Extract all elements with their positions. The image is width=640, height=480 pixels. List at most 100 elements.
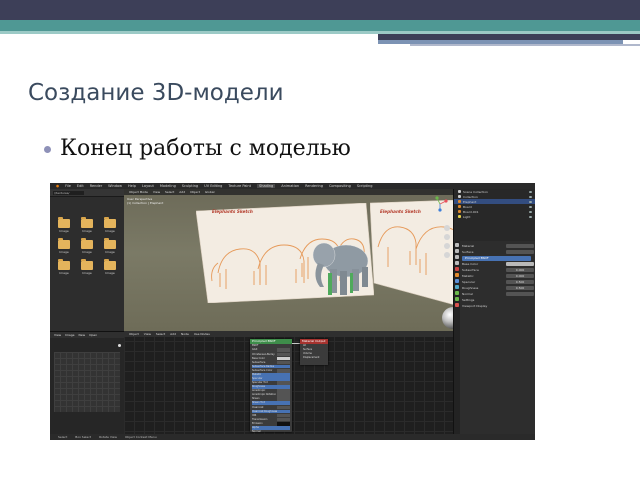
scene-tab-icon[interactable] (455, 261, 459, 265)
collection-icon (458, 195, 461, 198)
folder-item[interactable]: Image (77, 217, 97, 233)
camera-icon[interactable] (444, 243, 450, 249)
tool-tab-icon[interactable] (455, 243, 459, 247)
sketch-board-right: Elephants Sketch (370, 199, 453, 315)
material-tab-icon[interactable] (455, 303, 459, 307)
property-label: Subsurface (462, 268, 479, 272)
visibility-eye-icon[interactable] (529, 200, 532, 203)
constraint-tab-icon[interactable] (455, 291, 459, 295)
folder-item[interactable]: Image (54, 259, 74, 275)
perspective-icon[interactable] (444, 252, 450, 258)
folder-icon (58, 238, 70, 249)
world-tab-icon[interactable] (455, 267, 459, 271)
property-label: Metallic (462, 274, 474, 278)
principled-bsdf-node[interactable]: Principled BSDF BSDF GGX Christensen-Bur… (250, 339, 292, 433)
property-field[interactable] (506, 250, 534, 254)
folder-icon (81, 238, 93, 249)
viewport-menu-select[interactable]: Select (165, 190, 174, 194)
folder-item[interactable]: Image (100, 238, 120, 254)
pan-icon[interactable] (444, 234, 450, 240)
menu-render[interactable]: Render (90, 184, 102, 188)
tab-rendering[interactable]: Rendering (305, 184, 323, 188)
shader-dropdown[interactable]: Principled BSDF (462, 255, 531, 261)
property-field[interactable] (506, 244, 534, 248)
3d-viewport[interactable]: Object Mode View Select Add Object Globa… (124, 189, 453, 331)
menu-help[interactable]: Help (128, 184, 136, 188)
node-menu-select[interactable]: Select (156, 332, 165, 336)
node-value-field[interactable] (277, 397, 290, 402)
tab-uv-editing[interactable]: UV Editing (204, 184, 222, 188)
elephant-model[interactable] (312, 233, 374, 299)
tab-compositing[interactable]: Compositing (329, 184, 351, 188)
property-field[interactable]: 0.000 (506, 274, 534, 278)
folder-item[interactable]: Image (77, 238, 97, 254)
node-menu-object[interactable]: Object (129, 332, 139, 336)
folder-icon (104, 238, 116, 249)
data-tab-icon[interactable] (455, 297, 459, 301)
image-menu-image[interactable]: Image (65, 333, 74, 337)
node-value-field[interactable] (277, 368, 290, 373)
node-value-field[interactable] (277, 405, 290, 410)
menu-file[interactable]: File (65, 184, 71, 188)
node-value-field[interactable] (277, 360, 290, 365)
property-field[interactable] (506, 292, 534, 296)
tab-modeling[interactable]: Modeling (160, 184, 176, 188)
folder-item[interactable]: Image (54, 217, 74, 233)
tab-animation[interactable]: Animation (281, 184, 299, 188)
menu-window[interactable]: Window (108, 184, 122, 188)
header-band-dark (0, 0, 640, 20)
node-menu-node[interactable]: Node (181, 332, 189, 336)
color-swatch[interactable] (506, 262, 534, 266)
visibility-eye-icon[interactable] (529, 195, 532, 198)
folder-item[interactable]: Image (100, 217, 120, 233)
menu-edit[interactable]: Edit (77, 184, 84, 188)
material-output-node[interactable]: Material Output All Surface Volume Displ… (300, 339, 328, 365)
viewport-menu-view[interactable]: View (153, 190, 160, 194)
object-tab-icon[interactable] (455, 273, 459, 277)
tab-scripting[interactable]: Scripting (357, 184, 373, 188)
folder-item[interactable]: Image (54, 238, 74, 254)
tab-texture-paint[interactable]: Texture Paint (228, 184, 251, 188)
visibility-eye-icon[interactable] (529, 205, 532, 208)
image-canvas[interactable] (54, 352, 120, 412)
visibility-eye-icon[interactable] (529, 210, 532, 213)
property-field[interactable]: 0.500 (506, 286, 534, 290)
node-value-field[interactable] (277, 381, 290, 385)
folder-item[interactable]: Image (100, 259, 120, 275)
image-open-button[interactable]: Open (89, 333, 97, 337)
node-menu-view[interactable]: View (144, 332, 151, 336)
output-tab-icon[interactable] (455, 255, 459, 259)
header-accent-bar (410, 44, 640, 46)
dot-icon[interactable] (118, 344, 121, 347)
tab-shading[interactable]: Shading (257, 184, 276, 188)
folder-label: Image (82, 271, 92, 275)
render-tab-icon[interactable] (455, 249, 459, 253)
viewport-header: Object Mode View Select Add Object Globa… (124, 189, 453, 195)
node-value-field[interactable] (277, 421, 290, 426)
property-field[interactable]: 0.000 (506, 268, 534, 272)
file-path-field[interactable]: //textures/ (53, 190, 84, 195)
visibility-eye-icon[interactable] (529, 190, 532, 193)
physics-tab-icon[interactable] (455, 285, 459, 289)
outliner-row-label: Collection (463, 194, 478, 199)
modifier-tab-icon[interactable] (455, 279, 459, 283)
outliner-row[interactable]: Light (454, 214, 535, 219)
viewport-menu-add[interactable]: Add (179, 190, 185, 194)
folder-item[interactable]: Image (77, 259, 97, 275)
shader-node-editor[interactable]: Object View Select Add Node Use Nodes Pr… (124, 331, 453, 434)
blender-logo-icon[interactable]: ● (56, 184, 59, 188)
property-field[interactable]: 0.500 (506, 280, 534, 284)
zoom-icon[interactable] (444, 225, 450, 231)
navigation-gizmo-icon[interactable] (432, 196, 448, 212)
tab-sculpting[interactable]: Sculpting (182, 184, 198, 188)
property-label: Specular (462, 280, 476, 284)
visibility-eye-icon[interactable] (529, 215, 532, 218)
tab-layout[interactable]: Layout (142, 184, 154, 188)
use-nodes-checkbox[interactable]: Use Nodes (194, 332, 210, 336)
image-menu-view[interactable]: View (54, 333, 61, 337)
transform-orientation-dropdown[interactable]: Global (205, 190, 215, 194)
object-mode-dropdown[interactable]: Object Mode (129, 190, 148, 194)
image-new-button[interactable]: New (79, 333, 86, 337)
viewport-menu-object[interactable]: Object (190, 190, 200, 194)
node-menu-add[interactable]: Add (170, 332, 176, 336)
